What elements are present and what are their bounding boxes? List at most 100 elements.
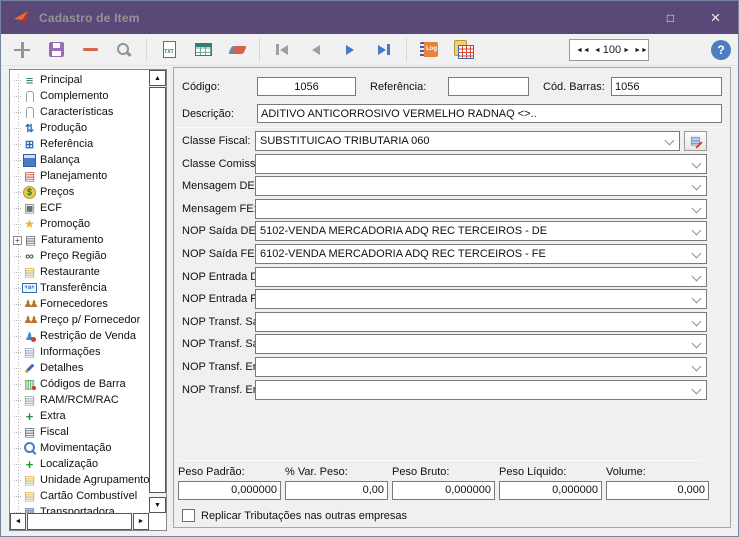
sidebar-item-transportadora[interactable]: Transportadora [10, 504, 149, 513]
vertical-scroll-thumb[interactable] [149, 87, 166, 493]
spinner-last-icon[interactable]: ►► [632, 47, 650, 54]
clear-button[interactable] [222, 37, 252, 63]
close-button[interactable]: × [693, 1, 738, 34]
help-button[interactable]: ? [711, 40, 731, 60]
nop-saida-fe-combobox[interactable]: 6102-VENDA MERCADORIA ADQ REC TERCEIROS … [255, 244, 707, 264]
sidebar-item-fornecedores[interactable]: Fornecedores [10, 296, 149, 312]
nop-entrada-de-combobox[interactable] [255, 267, 707, 287]
next-record-button[interactable] [335, 37, 365, 63]
mensagem-de-combobox[interactable] [255, 176, 707, 196]
sidebar-item-principal[interactable]: Principal [10, 72, 149, 88]
sidebar-item-caracteristicas[interactable]: Características [10, 104, 149, 120]
save-button[interactable] [41, 37, 71, 63]
spinner-next-icon[interactable]: ► [621, 47, 632, 54]
chevron-down-icon[interactable] [692, 384, 702, 394]
scroll-left-icon[interactable]: ◄ [10, 513, 26, 530]
replicar-checkbox[interactable] [182, 509, 195, 522]
scroll-up-icon[interactable]: ▲ [149, 70, 166, 86]
chevron-down-icon[interactable] [692, 181, 702, 191]
volume-field[interactable]: 0,000 [606, 481, 709, 500]
sidebar-item-promocao[interactable]: Promoção [10, 216, 149, 232]
sidebar-item-movimentacao[interactable]: Movimentação [10, 440, 149, 456]
sidebar-item-balanca[interactable]: Balança [10, 152, 149, 168]
scroll-down-icon[interactable]: ▼ [149, 497, 166, 513]
last-record-button[interactable] [369, 37, 399, 63]
export-table-button[interactable] [188, 37, 218, 63]
nop-transf-entrada-fe-combobox[interactable] [255, 380, 707, 400]
chevron-down-icon[interactable] [692, 158, 702, 168]
first-record-button[interactable] [267, 37, 297, 63]
record-spinner[interactable]: ◄◄ ◄ 100 ► ►► [569, 39, 649, 61]
codigo-input[interactable] [257, 77, 356, 96]
sidebar-item-restricao-de-venda[interactable]: Restrição de Venda [10, 328, 149, 344]
chevron-down-icon[interactable] [692, 294, 702, 304]
maximize-button[interactable]: □ [648, 1, 693, 34]
classe-fiscal-combobox[interactable]: SUBSTITUICAO TRIBUTARIA 060 [255, 131, 680, 151]
chevron-down-icon[interactable] [692, 339, 702, 349]
sidebar-item-complemento[interactable]: Complemento [10, 88, 149, 104]
combo-label: Classe Fiscal: [182, 135, 250, 147]
descricao-input[interactable] [257, 104, 722, 123]
sidebar-item-transferencia[interactable]: Transferência [10, 280, 149, 296]
var-peso-field[interactable]: 0,00 [285, 481, 388, 500]
edit-classe-fiscal-button[interactable] [684, 131, 707, 151]
sidebar-item-faturamento[interactable]: + Faturamento [10, 232, 149, 248]
sidebar-item-codigos-de-barra[interactable]: Códigos de Barra [10, 376, 149, 392]
tree-item-label: Restaurante [40, 266, 100, 278]
tree-horizontal-scrollbar[interactable]: ◄ ► [10, 513, 149, 530]
chevron-down-icon[interactable] [692, 361, 702, 371]
plus-icon [14, 42, 30, 58]
sidebar-item-planejamento[interactable]: Planejamento [10, 168, 149, 184]
sidebar-item-unidade-agrupamento[interactable]: Unidade Agrupamento [10, 472, 149, 488]
nop-saida-de-combobox[interactable]: 5102-VENDA MERCADORIA ADQ REC TERCEIROS … [255, 221, 707, 241]
sidebar-item-preco-p-fornecedor[interactable]: Preço p/ Fornecedor [10, 312, 149, 328]
chevron-down-icon[interactable] [692, 226, 702, 236]
horizontal-scroll-thumb[interactable] [27, 513, 132, 530]
classe-comissao-combobox[interactable] [255, 154, 707, 174]
sidebar-item-extra[interactable]: Extra [10, 408, 149, 424]
copy-table-button[interactable] [448, 37, 478, 63]
sidebar-item-producao[interactable]: Produção [10, 120, 149, 136]
sidebar-item-fiscal[interactable]: Fiscal [10, 424, 149, 440]
nop-transf-saida-fe-combobox[interactable] [255, 334, 707, 354]
log-button[interactable] [414, 37, 444, 63]
tree-vertical-scrollbar[interactable]: ▲ ▼ [149, 70, 166, 513]
sidebar-item-localizacao[interactable]: Localização [10, 456, 149, 472]
chevron-down-icon[interactable] [692, 316, 702, 326]
cod-barras-input[interactable] [611, 77, 722, 96]
peso-liquido-field[interactable]: 0,000000 [499, 481, 602, 500]
mensagem-fe-combobox[interactable] [255, 199, 707, 219]
tree-connector [14, 224, 21, 225]
chevron-down-icon[interactable] [692, 271, 702, 281]
sidebar-item-informacoes[interactable]: Informações [10, 344, 149, 360]
nop-transf-saida-de-combobox[interactable] [255, 312, 707, 332]
delete-button[interactable] [75, 37, 105, 63]
chevron-down-icon[interactable] [692, 203, 702, 213]
referencia-input[interactable] [448, 77, 529, 96]
chevron-down-icon[interactable] [665, 136, 675, 146]
tree-connector [14, 416, 21, 417]
previous-record-button[interactable] [301, 37, 331, 63]
sidebar-item-preco-regiao[interactable]: Preço Região [10, 248, 149, 264]
scroll-right-icon[interactable]: ► [133, 513, 149, 530]
sidebar-item-referencia[interactable]: Referência [10, 136, 149, 152]
chevron-down-icon[interactable] [692, 249, 702, 259]
sidebar-item-precos[interactable]: Preços [10, 184, 149, 200]
sidebar-item-ram-rcm-rac[interactable]: RAM/RCM/RAC [10, 392, 149, 408]
sidebar-item-restaurante[interactable]: Restaurante [10, 264, 149, 280]
nop-transf-entrada-de-combobox[interactable] [255, 357, 707, 377]
sidebar-item-cartao-combustivel[interactable]: Cartão Combustível [10, 488, 149, 504]
expand-icon[interactable]: + [13, 236, 22, 245]
peso-padrao-field[interactable]: 0,000000 [178, 481, 281, 500]
export-txt-button[interactable] [154, 37, 184, 63]
sidebar-item-ecf[interactable]: ECF [10, 200, 149, 216]
add-button[interactable] [7, 37, 37, 63]
spinner-first-icon[interactable]: ◄◄ [574, 47, 592, 54]
sidebar-item-detalhes[interactable]: Detalhes [10, 360, 149, 376]
nop-entrada-fe-combobox[interactable] [255, 289, 707, 309]
tree-item-label: Principal [40, 74, 82, 86]
spinner-prev-icon[interactable]: ◄ [592, 47, 603, 54]
search-button[interactable] [109, 37, 139, 63]
peso-bruto-field[interactable]: 0,000000 [392, 481, 495, 500]
maximize-icon: □ [667, 11, 674, 25]
